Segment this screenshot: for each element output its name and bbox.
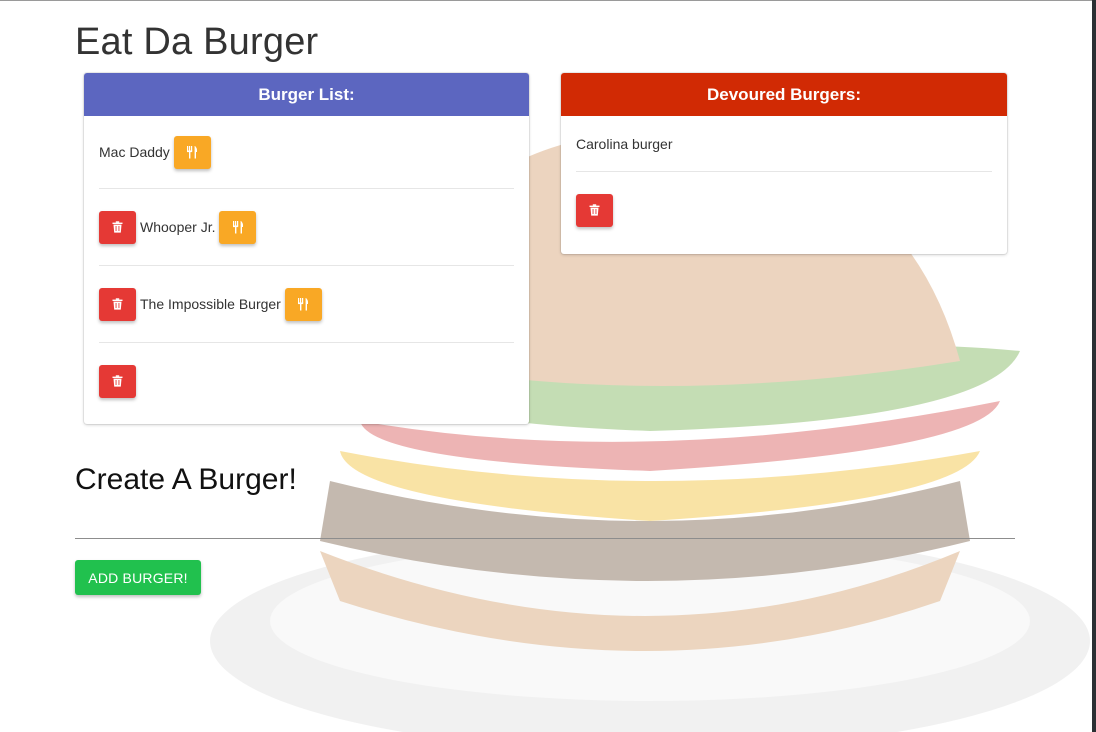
delete-button[interactable]	[99, 364, 136, 398]
devoured-burgers-header: Devoured Burgers:	[561, 73, 1007, 116]
burger-name: Whooper Jr.	[140, 219, 216, 235]
trash-icon	[112, 298, 123, 310]
delete-button[interactable]	[99, 287, 136, 321]
utensils-icon	[298, 298, 309, 311]
devour-button[interactable]	[173, 135, 211, 169]
devour-button[interactable]	[284, 287, 322, 321]
burger-name: Mac Daddy	[99, 144, 170, 160]
trash-icon	[589, 204, 600, 216]
burger-name: Carolina burger	[576, 135, 673, 152]
burger-list: Mac Daddy Whooper Jr. The Impossible Bur…	[84, 116, 529, 419]
delete-button[interactable]	[99, 210, 136, 244]
devour-button[interactable]	[219, 210, 257, 244]
burger-name: The Impossible Burger	[140, 296, 281, 312]
burger-list-card: Burger List: Mac Daddy Whooper Jr. The I…	[84, 73, 529, 424]
browser-viewport: Eat Da Burger Burger List: Mac Daddy Who…	[0, 0, 1092, 732]
devoured-list-item: Carolina burger	[576, 116, 992, 172]
burger-list-item: The Impossible Burger	[99, 266, 514, 343]
devoured-list: Carolina burger	[561, 116, 1007, 248]
devoured-burgers-card: Devoured Burgers: Carolina burger	[561, 73, 1007, 254]
burger-list-item: Mac Daddy	[99, 116, 514, 189]
burger-list-item	[99, 343, 514, 419]
trash-icon	[112, 221, 123, 233]
delete-button[interactable]	[576, 193, 613, 227]
create-burger-title: Create A Burger!	[75, 463, 297, 496]
devoured-list-item	[576, 172, 992, 248]
burger-list-item: Whooper Jr.	[99, 189, 514, 266]
page-title: Eat Da Burger	[75, 21, 319, 63]
divider	[75, 538, 1015, 539]
burger-list-header: Burger List:	[84, 73, 529, 116]
utensils-icon	[187, 146, 198, 159]
utensils-icon	[232, 221, 244, 234]
trash-icon	[112, 375, 123, 387]
add-burger-button[interactable]: ADD BURGER!	[75, 560, 201, 595]
